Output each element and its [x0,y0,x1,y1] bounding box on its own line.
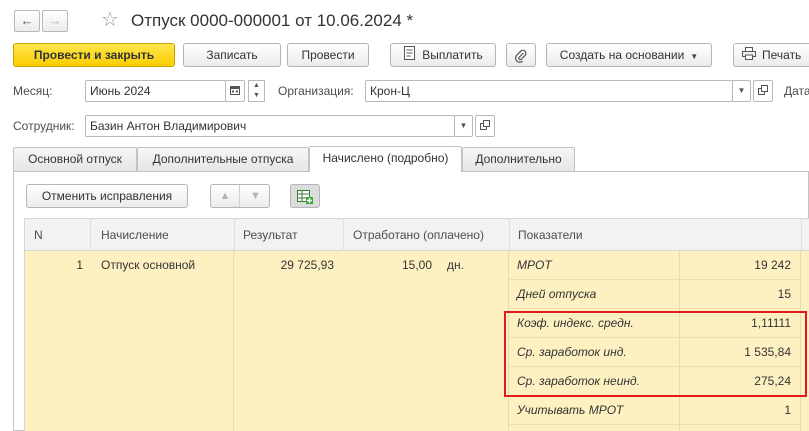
highlight-frame [504,311,807,397]
col-header-accrual[interactable]: Начисление [101,219,169,251]
month-label: Месяц: [13,84,53,98]
step-down-icon[interactable]: ▼ [249,91,264,101]
indicator-value: 15 [777,287,791,301]
table-add-icon [297,189,313,204]
organization-dropdown-button[interactable]: ▼ [732,80,751,102]
arrow-up-icon: ▲ [219,190,231,202]
print-button[interactable]: Печать [733,43,809,67]
tab-accrued-detailed[interactable]: Начислено (подробно) [309,146,462,172]
tab-additional-vacations[interactable]: Дополнительные отпуска [137,147,309,171]
page-title: Отпуск 0000-000001 от 10.06.2024 * [131,11,414,30]
move-up-button[interactable]: ▲ [211,185,240,207]
organization-open-button[interactable] [753,80,773,102]
col-separator [509,219,510,252]
col-header-worked[interactable]: Отработано (оплачено) [353,219,484,251]
caret-down-icon: ▼ [690,52,699,61]
step-up-icon[interactable]: ▲ [249,81,264,91]
back-button[interactable]: ← [14,10,40,32]
tab-main-vacation[interactable]: Основной отпуск [13,147,137,171]
date-label: Дата [784,84,809,98]
row-worked: 15,00 [401,258,432,272]
arrow-left-icon: ← [20,13,34,28]
employee-dropdown-button[interactable]: ▼ [454,115,473,137]
table-header: N Начисление Результат Отработано (оплач… [25,218,809,252]
col-separator [801,219,802,252]
indicator-value: 1 [784,403,791,417]
col-separator [343,219,344,252]
row-accrual: Отпуск основной [101,258,196,272]
paperclip-icon [515,48,527,63]
row-result: 29 725,93 [280,258,334,272]
caret-down-icon: ▼ [459,121,468,130]
open-window-icon [758,85,768,96]
calendar-icon [230,85,240,96]
indicator-row[interactable]: Учитывать МРОТ 1 [509,396,800,425]
show-indicators-button[interactable] [290,184,320,208]
month-stepper[interactable]: ▲ ▼ [248,80,265,102]
organization-label: Организация: [278,84,354,98]
pay-button[interactable]: Выплатить [390,43,496,67]
indicator-name: Дней отпуска [517,287,597,301]
employee-open-button[interactable] [475,115,495,137]
row-number: 1 [76,258,83,272]
move-down-button[interactable]: ▼ [241,185,269,207]
indicator-row[interactable]: Дней отпуска 15 [509,280,800,309]
open-window-icon [480,120,490,131]
organization-field[interactable] [365,80,733,102]
post-and-close-button[interactable]: Провести и закрыть [13,43,175,67]
col-header-result[interactable]: Результат [243,219,298,251]
indicator-row[interactable]: МРОТ 19 242 [509,251,800,280]
month-field[interactable] [85,80,226,102]
indicator-name: МРОТ [517,258,552,272]
cancel-corrections-button[interactable]: Отменить исправления [26,184,188,208]
calendar-button[interactable] [225,80,245,102]
indicator-value: 19 242 [754,258,791,272]
favorite-star-icon[interactable]: ☆ [101,9,119,31]
col-separator [234,219,235,252]
create-based-on-button[interactable]: Создать на основании ▼ [546,43,712,67]
move-buttons-group: ▲ ▼ [210,184,270,208]
forward-button[interactable]: → [42,10,68,32]
col-separator [90,219,91,252]
arrow-right-icon: → [48,13,62,28]
post-button[interactable]: Провести [287,43,369,67]
col-header-indicators[interactable]: Показатели [518,219,583,251]
document-icon [403,45,416,66]
indicator-name: Учитывать МРОТ [517,403,624,417]
save-button[interactable]: Записать [183,43,281,67]
row-worked-unit: дн. [447,258,464,272]
employee-label: Сотрудник: [13,119,75,133]
caret-down-icon: ▼ [737,86,746,95]
tab-additional[interactable]: Дополнительно [462,147,575,171]
arrow-down-icon: ▼ [250,190,261,202]
col-header-n[interactable]: N [34,219,43,251]
printer-icon [742,45,756,66]
attach-button[interactable] [506,43,536,67]
employee-field[interactable] [85,115,455,137]
